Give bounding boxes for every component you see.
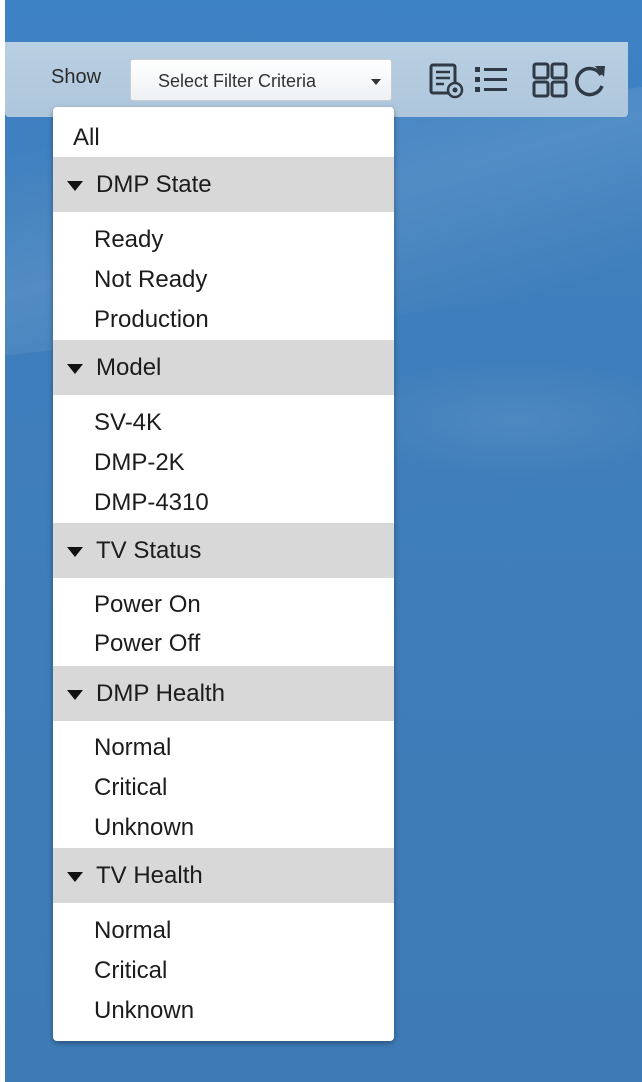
list-view-icon[interactable] [472,62,510,100]
filter-option-tv-critical[interactable]: Critical [53,952,394,990]
caret-down-icon [67,547,83,557]
filter-group-label: TV Health [96,862,203,889]
filter-option-production[interactable]: Production [53,301,394,339]
chevron-down-icon [371,79,381,85]
grid-view-icon[interactable] [532,62,570,100]
filter-group-tv-health[interactable]: TV Health [53,848,394,903]
show-label: Show [51,66,102,88]
filter-option-tv-normal[interactable]: Normal [53,912,394,950]
filter-option-dmp-2k[interactable]: DMP-2K [53,444,394,482]
filter-group-label: DMP State [96,171,212,198]
filter-option-all[interactable]: All [53,119,394,157]
filter-group-dmp-health[interactable]: DMP Health [53,666,394,721]
filter-option-dmp-4310[interactable]: DMP-4310 [53,484,394,522]
caret-down-icon [67,181,83,191]
caret-down-icon [67,872,83,882]
filter-option-sv-4k[interactable]: SV-4K [53,404,394,442]
filter-option-tv-unknown[interactable]: Unknown [53,992,394,1030]
filter-group-dmp-state[interactable]: DMP State [53,157,394,212]
filter-option-dmp-critical[interactable]: Critical [53,769,394,807]
filter-option-dmp-unknown[interactable]: Unknown [53,809,394,847]
refresh-icon[interactable] [571,62,609,100]
filter-option-dmp-normal[interactable]: Normal [53,729,394,767]
filter-option-ready[interactable]: Ready [53,221,394,259]
filter-criteria-dropdown: All DMP State Ready Not Ready Production… [53,107,394,1041]
filter-option-not-ready[interactable]: Not Ready [53,261,394,299]
caret-down-icon [67,690,83,700]
filter-group-model[interactable]: Model [53,340,394,395]
filter-group-label: Model [96,354,162,381]
filter-select-label: Select Filter Criteria [158,71,317,91]
filter-option-power-on[interactable]: Power On [53,586,394,624]
filter-criteria-select[interactable]: Select Filter Criteria [130,59,392,101]
filter-group-label: TV Status [96,537,202,564]
filter-group-label: DMP Health [96,680,225,707]
caret-down-icon [67,364,83,374]
filter-option-power-off[interactable]: Power Off [53,625,394,663]
filter-group-tv-status[interactable]: TV Status [53,523,394,578]
details-view-icon[interactable] [428,62,466,100]
